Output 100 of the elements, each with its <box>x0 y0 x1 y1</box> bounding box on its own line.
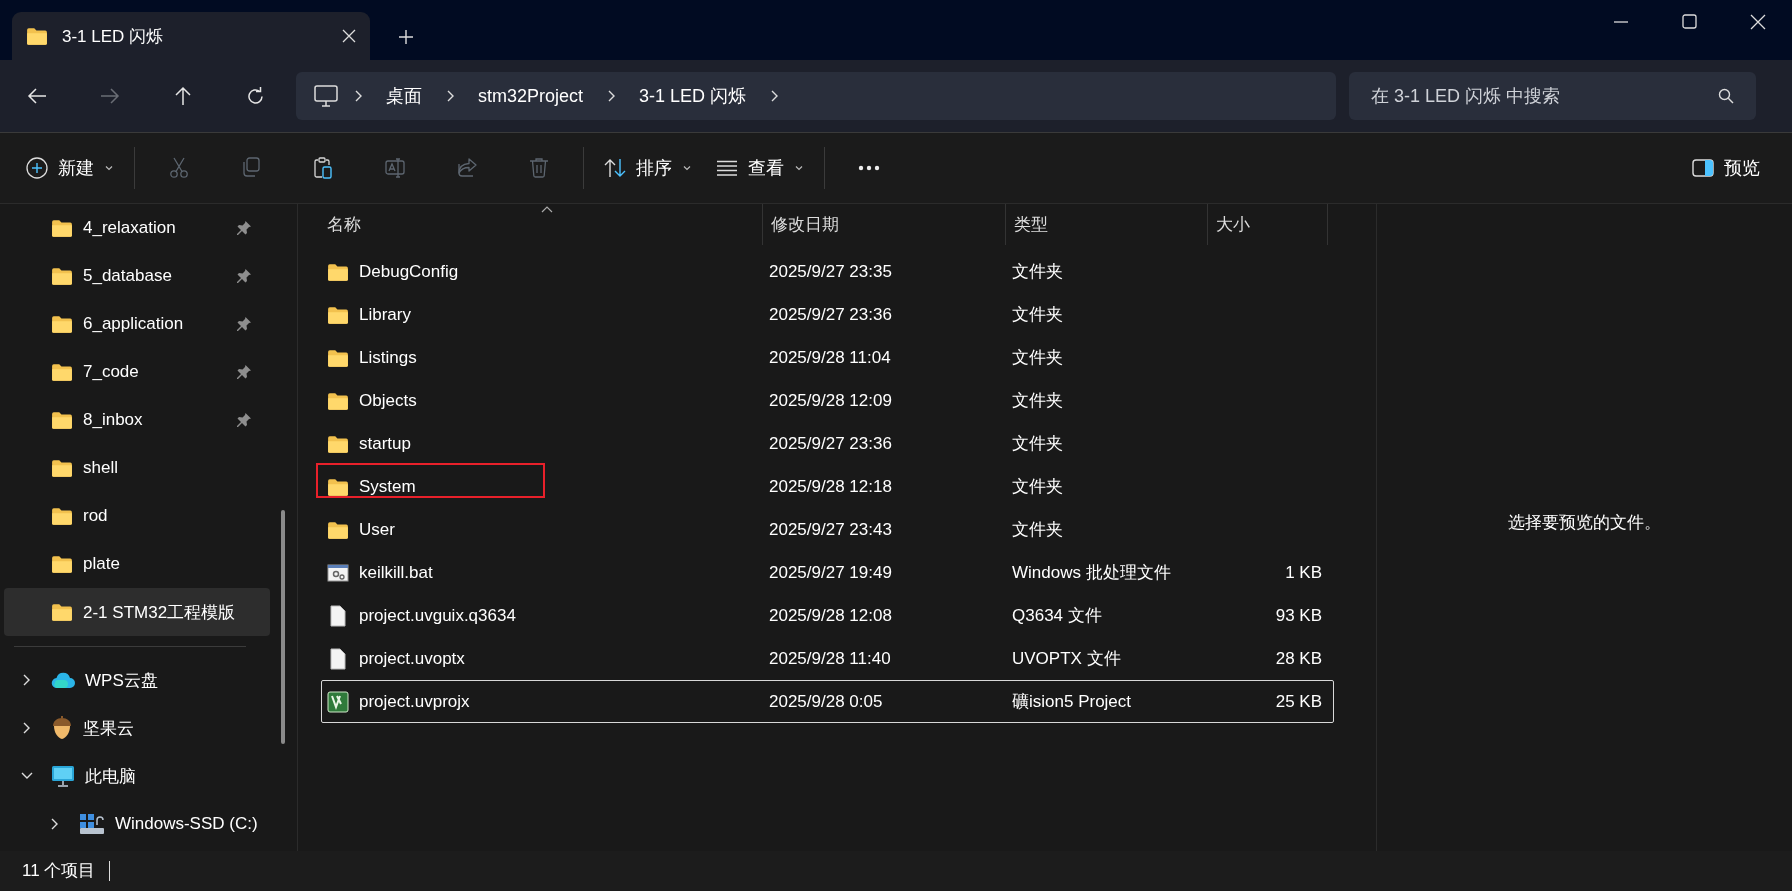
file-row[interactable]: project.uvguix.q3634 2025/9/28 12:08 Q3634 文件 93 KB <box>321 594 1334 637</box>
file-name: startup <box>359 433 411 454</box>
preview-message: 选择要预览的文件。 <box>1508 512 1661 534</box>
search-icon[interactable] <box>1718 88 1734 104</box>
new-tab-icon[interactable] <box>398 29 414 45</box>
table-cell-text: 文件夹 <box>1011 261 1064 283</box>
folder-icon <box>327 347 349 368</box>
close-icon[interactable] <box>342 29 356 43</box>
folder-icon <box>51 458 73 478</box>
pin-icon[interactable] <box>236 268 252 284</box>
file-name: project.uvprojx <box>359 691 470 712</box>
table-cell-text: 文件夹 <box>1011 390 1064 412</box>
breadcrumb-item[interactable]: 3-1 LED 闪烁 <box>617 84 769 108</box>
maximize-icon[interactable] <box>1682 14 1697 29</box>
file-row[interactable]: Library 2025/9/27 23:36 文件夹 <box>321 293 1334 336</box>
file-name: keilkill.bat <box>359 562 433 583</box>
table-cell-text: 文件夹 <box>1011 476 1064 498</box>
folder-icon <box>51 218 73 238</box>
column-header[interactable]: 大小 <box>1208 204 1328 245</box>
folder-icon <box>51 506 73 526</box>
table-cell-text: 1 KB <box>1284 562 1323 583</box>
pin-icon[interactable] <box>236 316 252 332</box>
folder-icon <box>327 261 349 282</box>
sidebar-item[interactable]: WPS云盘 <box>4 656 270 704</box>
cloud-icon <box>51 671 75 689</box>
pin-icon[interactable] <box>236 364 252 380</box>
address-bar[interactable]: 桌面 stm32Project 3-1 LED 闪烁 <box>296 72 1336 120</box>
document-icon <box>327 604 349 627</box>
preview-button[interactable]: 预览 <box>1680 146 1772 190</box>
close-icon[interactable] <box>1750 14 1766 30</box>
breadcrumb-item[interactable]: 桌面 <box>364 84 444 108</box>
file-row[interactable]: System 2025/9/28 12:18 文件夹 <box>321 465 1334 508</box>
new-button[interactable]: 新建 <box>14 146 126 190</box>
refresh-icon[interactable] <box>246 86 265 106</box>
caret-icon <box>794 163 804 173</box>
sort-button[interactable]: 排序 <box>592 146 704 190</box>
breadcrumb-item[interactable]: stm32Project <box>456 85 606 107</box>
table-cell-text: Q3634 文件 <box>1011 605 1103 627</box>
table-cell-text: 文件夹 <box>1011 433 1064 455</box>
folder-icon <box>327 433 349 454</box>
file-name: DebugConfig <box>359 261 459 282</box>
up-arrow-icon[interactable] <box>173 86 192 106</box>
folder-icon <box>51 266 73 286</box>
pin-icon[interactable] <box>236 220 252 236</box>
file-row[interactable]: project.uvoptx 2025/9/28 11:40 UVOPTX 文件 28 KB <box>321 637 1334 680</box>
drive-icon <box>79 813 105 835</box>
folder-icon <box>51 314 73 334</box>
file-row[interactable]: project.uvprojx 2025/9/28 0:05 礦ision5 Project 25 KB <box>321 680 1334 723</box>
column-header[interactable]: 修改日期 <box>763 204 1006 245</box>
gears-icon <box>327 562 349 583</box>
column-header[interactable]: 类型 <box>1006 204 1208 245</box>
sidebar-item[interactable]: 5_database <box>4 252 270 300</box>
sidebar-item[interactable]: 此电脑 <box>4 752 270 800</box>
search-field[interactable]: 在 3-1 LED 闪烁 中搜索 <box>1349 72 1756 120</box>
file-name: User <box>359 519 395 540</box>
caret-icon <box>104 163 114 173</box>
file-row[interactable]: Objects 2025/9/28 12:09 文件夹 <box>321 379 1334 422</box>
more-icon <box>858 165 880 171</box>
file-row[interactable]: DebugConfig 2025/9/27 23:35 文件夹 <box>321 250 1334 293</box>
sidebar-item[interactable]: 7_code <box>4 348 270 396</box>
sidebar-item[interactable]: Windows-SSD (C:) <box>4 800 270 848</box>
view-button[interactable]: 查看 <box>704 146 816 190</box>
table-cell-text: Windows 批处理文件 <box>1011 562 1172 584</box>
file-row[interactable]: User 2025/9/27 23:43 文件夹 <box>321 508 1334 551</box>
file-name: project.uvguix.q3634 <box>359 605 516 626</box>
sidebar-item[interactable]: 6_application <box>4 300 270 348</box>
table-cell-text: 93 KB <box>1274 605 1323 626</box>
table-cell-text: 2025/9/28 0:05 <box>768 691 884 712</box>
column-header[interactable]: 名称 <box>298 204 763 245</box>
sort-up-icon <box>541 206 553 213</box>
sidebar-item[interactable]: 坚果云 <box>4 704 270 752</box>
table-cell-text: 文件夹 <box>1011 519 1064 541</box>
monitor-icon <box>314 85 338 107</box>
table-cell-text: 文件夹 <box>1011 304 1064 326</box>
sidebar-item[interactable]: rod <box>4 492 270 540</box>
item-count: 11 个项目 <box>22 861 111 881</box>
file-name: Library <box>359 304 411 325</box>
back-arrow-icon[interactable] <box>26 87 47 105</box>
pin-icon[interactable] <box>236 412 252 428</box>
sidebar-item[interactable]: shell <box>4 444 270 492</box>
file-row[interactable]: keilkill.bat 2025/9/27 19:49 Windows 批处理文件 1 KB <box>321 551 1334 594</box>
sidebar-item[interactable]: 8_inbox <box>4 396 270 444</box>
folder-icon <box>26 26 48 46</box>
split-pane-icon <box>1692 159 1714 177</box>
table-cell-text: 2025/9/28 12:18 <box>768 476 893 497</box>
table-cell-text: 2025/9/27 23:43 <box>768 519 893 540</box>
file-row[interactable]: Listings 2025/9/28 11:04 文件夹 <box>321 336 1334 379</box>
scrollbar-thumb[interactable] <box>281 510 285 744</box>
sidebar-item[interactable]: 4_relaxation <box>4 204 270 252</box>
table-cell-text: 2025/9/27 23:36 <box>768 433 893 454</box>
sidebar-item[interactable]: 2-1 STM32工程模版 <box>4 588 270 636</box>
acorn-icon <box>51 716 73 740</box>
table-cell-text: 2025/9/27 23:36 <box>768 304 893 325</box>
folder-icon <box>51 602 73 622</box>
table-cell-text: 2025/9/27 23:35 <box>768 261 893 282</box>
tab-title: 3-1 LED 闪烁 <box>62 25 165 48</box>
file-row[interactable]: startup 2025/9/27 23:36 文件夹 <box>321 422 1334 465</box>
sidebar-item[interactable]: plate <box>4 540 270 588</box>
window-tab[interactable]: 3-1 LED 闪烁 <box>12 12 370 60</box>
table-cell-text: 25 KB <box>1274 691 1323 712</box>
